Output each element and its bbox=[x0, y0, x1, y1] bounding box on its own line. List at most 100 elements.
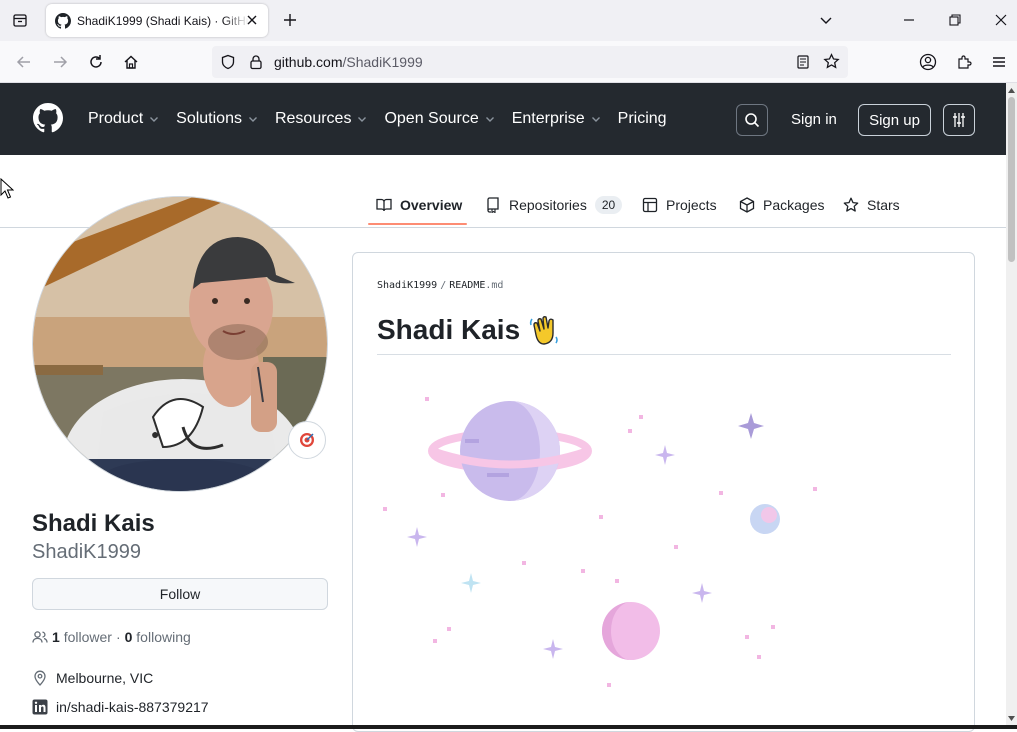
menu-open-source[interactable]: Open Source bbox=[384, 110, 494, 128]
people-icon bbox=[32, 631, 48, 643]
avatar[interactable]: ● bbox=[32, 196, 328, 492]
readme-owner-link[interactable]: ShadiK1999 bbox=[377, 280, 437, 291]
readme-path: ShadiK1999/README.md bbox=[377, 280, 503, 291]
menu-pricing-label: Pricing bbox=[617, 110, 667, 127]
tab-repositories[interactable]: Repositories 20 bbox=[485, 183, 623, 227]
header-search-button[interactable] bbox=[736, 104, 768, 136]
minimize-icon[interactable] bbox=[897, 8, 921, 32]
following-count: 0 bbox=[124, 629, 133, 645]
menu-resources[interactable]: Resources bbox=[275, 110, 367, 128]
followers-label: follower bbox=[63, 629, 112, 645]
menu-product[interactable]: Product bbox=[88, 110, 159, 128]
target-emoji-icon bbox=[300, 433, 314, 447]
package-icon bbox=[739, 197, 755, 213]
active-tab-indicator bbox=[368, 223, 467, 225]
tab-repositories-label: Repositories bbox=[509, 197, 587, 213]
browser-tab-active[interactable]: ShadiK1999 (Shadi Kais) · GitHub bbox=[46, 4, 268, 37]
pixel-space-illustration bbox=[383, 397, 817, 687]
repositories-count-badge: 20 bbox=[594, 196, 623, 214]
scrollbar-thumb[interactable] bbox=[1008, 97, 1015, 262]
address-bar[interactable]: github.com/ShadiK1999 bbox=[212, 46, 848, 78]
tab-projects-label: Projects bbox=[666, 197, 717, 213]
home-icon[interactable] bbox=[120, 51, 142, 73]
url-path: /ShadiK1999 bbox=[342, 54, 423, 70]
mouse-cursor-icon bbox=[0, 178, 14, 199]
follow-separator: · bbox=[115, 629, 121, 645]
back-icon[interactable] bbox=[13, 51, 35, 73]
avatar-photo: ● bbox=[33, 197, 327, 491]
chevron-down-icon bbox=[150, 117, 159, 122]
extensions-icon[interactable] bbox=[953, 51, 975, 73]
following-link[interactable]: 0 following bbox=[125, 629, 191, 645]
chevron-down-icon bbox=[591, 117, 600, 122]
profile-readme: ShadiK1999/README.md Shadi Kais bbox=[352, 252, 975, 732]
book-icon bbox=[376, 198, 392, 212]
profile-full-name: Shadi Kais bbox=[32, 510, 155, 537]
tab-close-icon[interactable] bbox=[244, 12, 260, 28]
tab-stars-label: Stars bbox=[867, 197, 900, 213]
repo-icon bbox=[487, 197, 499, 213]
tracking-protection-icon[interactable] bbox=[220, 54, 236, 70]
sliders-icon bbox=[953, 113, 965, 127]
tab-overview[interactable]: Overview bbox=[376, 183, 462, 227]
url-text[interactable]: github.com/ShadiK1999 bbox=[274, 54, 423, 70]
list-all-tabs-icon[interactable] bbox=[814, 8, 838, 32]
linkedin-icon bbox=[32, 699, 48, 715]
reader-view-icon[interactable] bbox=[795, 54, 811, 70]
new-tab-icon[interactable] bbox=[280, 10, 300, 30]
taskbar-edge bbox=[0, 725, 1017, 729]
tab-packages-label: Packages bbox=[763, 197, 825, 213]
following-label: following bbox=[136, 629, 191, 645]
followers-link[interactable]: 1 follower bbox=[52, 629, 112, 645]
tab-overview-label: Overview bbox=[400, 197, 463, 213]
search-icon bbox=[745, 113, 760, 128]
menu-solutions-label: Solutions bbox=[176, 110, 242, 127]
chevron-down-icon bbox=[248, 117, 257, 122]
github-favicon-icon bbox=[55, 12, 71, 29]
page-scrollbar[interactable] bbox=[1006, 83, 1017, 725]
location-icon bbox=[34, 670, 46, 686]
restore-icon[interactable] bbox=[943, 8, 967, 32]
lock-icon[interactable] bbox=[248, 54, 264, 70]
tab-stars[interactable]: Stars bbox=[843, 183, 900, 227]
reload-icon[interactable] bbox=[85, 51, 107, 73]
tab-packages[interactable]: Packages bbox=[739, 183, 824, 227]
bookmark-star-icon[interactable] bbox=[823, 53, 840, 70]
profile-linkedin[interactable]: in/shadi-kais-887379217 bbox=[32, 699, 209, 715]
tab-list-icon[interactable] bbox=[8, 9, 32, 31]
github-logo-icon[interactable] bbox=[33, 103, 63, 133]
table-icon bbox=[642, 197, 658, 213]
chevron-down-icon bbox=[358, 117, 367, 122]
followers-count: 1 bbox=[52, 629, 60, 645]
github-header: Product Solutions Resources Open Source … bbox=[0, 83, 1006, 155]
status-emoji-button[interactable] bbox=[288, 421, 326, 459]
sign-up-button[interactable]: Sign up bbox=[858, 104, 931, 136]
readme-title-text: Shadi Kais bbox=[377, 314, 521, 345]
appearance-settings-button[interactable] bbox=[943, 104, 975, 136]
forward-icon[interactable] bbox=[49, 51, 71, 73]
followers-summary: 1 follower · 0 following bbox=[32, 629, 191, 645]
browser-tab-bar: ShadiK1999 (Shadi Kais) · GitHub bbox=[0, 0, 1017, 41]
menu-solutions[interactable]: Solutions bbox=[176, 110, 258, 128]
star-icon bbox=[843, 197, 859, 212]
waving-hand-icon bbox=[530, 316, 558, 345]
menu-pricing[interactable]: Pricing bbox=[618, 110, 667, 128]
sign-in-link[interactable]: Sign in bbox=[791, 111, 837, 128]
follow-button[interactable]: Follow bbox=[32, 578, 328, 610]
profile-location: Melbourne, VIC bbox=[32, 670, 153, 686]
readme-file-base: README bbox=[449, 280, 486, 291]
menu-enterprise[interactable]: Enterprise bbox=[512, 110, 601, 128]
header-menu: Product Solutions Resources Open Source … bbox=[88, 83, 684, 155]
scroll-down-arrow-icon[interactable] bbox=[1007, 713, 1016, 723]
close-window-icon[interactable] bbox=[989, 8, 1013, 32]
tab-title: ShadiK1999 (Shadi Kais) · GitHub bbox=[77, 13, 249, 28]
app-menu-icon[interactable] bbox=[988, 51, 1010, 73]
account-icon[interactable] bbox=[917, 51, 939, 73]
readme-file-ext: .md bbox=[485, 280, 504, 291]
linkedin-link[interactable]: in/shadi-kais-887379217 bbox=[56, 699, 209, 715]
chevron-down-icon bbox=[485, 117, 494, 122]
readme-divider bbox=[377, 354, 951, 355]
menu-resources-label: Resources bbox=[274, 110, 352, 127]
scroll-up-arrow-icon[interactable] bbox=[1007, 85, 1016, 95]
tab-projects[interactable]: Projects bbox=[642, 183, 717, 227]
